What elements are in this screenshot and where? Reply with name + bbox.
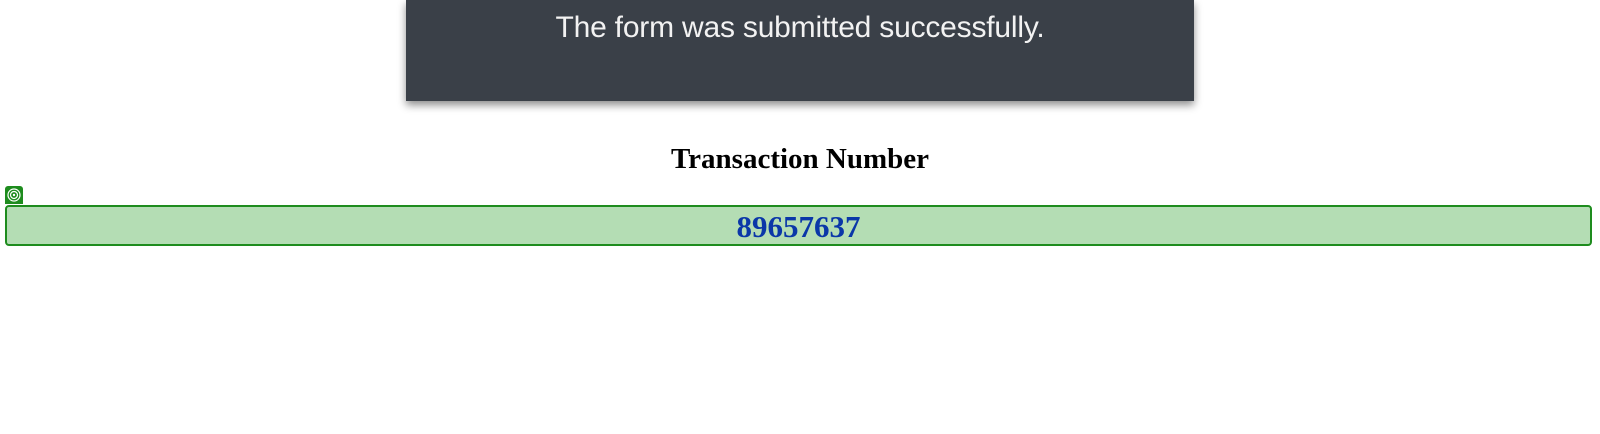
- success-toast: The form was submitted successfully.: [406, 0, 1194, 101]
- transaction-number-title: Transaction Number: [670, 143, 930, 175]
- toast-message: The form was submitted successfully.: [555, 11, 1045, 44]
- target-icon: [5, 186, 23, 204]
- transaction-number-box: 89657637: [5, 205, 1592, 246]
- transaction-number-value: 89657637: [736, 209, 861, 244]
